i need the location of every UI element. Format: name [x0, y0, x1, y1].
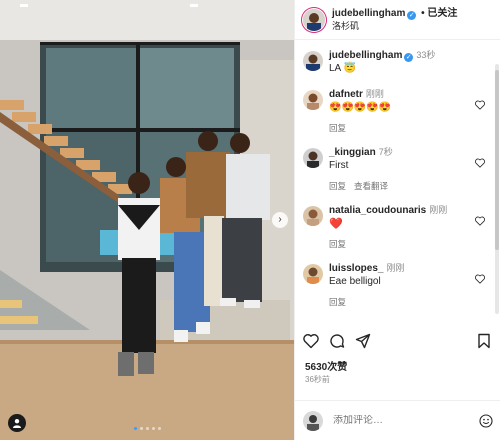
comment-text: First	[329, 160, 349, 171]
avatar[interactable]	[303, 90, 323, 110]
comment-text: ❤️	[329, 218, 343, 230]
list-item: luisslopes_ 刚刚 Eae belligol 回复	[303, 262, 491, 308]
comment-username[interactable]: _kinggian	[329, 147, 376, 158]
carousel-dot	[157, 427, 161, 430]
verified-badge-icon: ✓	[404, 53, 414, 62]
post-header: judebellingham ✓ • 已关注 洛杉矶	[295, 0, 500, 40]
list-item: natalia_coudounaris 刚刚 ❤️ 回复	[303, 204, 491, 250]
chevron-right-icon: ›	[278, 214, 282, 225]
comment-input[interactable]	[333, 415, 453, 426]
post-username[interactable]: judebellingham	[332, 8, 405, 19]
avatar[interactable]	[303, 51, 323, 71]
like-count[interactable]: 5630次赞	[305, 358, 347, 373]
verified-badge-icon: ✓	[407, 10, 417, 20]
post-details-panel: judebellingham ✓ • 已关注 洛杉矶 judebellingham…	[294, 0, 500, 440]
avatar[interactable]	[303, 206, 323, 226]
comment-text: 😍😍😍😍😍	[329, 102, 392, 113]
list-item: dafnetr 刚刚 😍😍😍😍😍 回复	[303, 88, 491, 134]
comment-username[interactable]: luisslopes_	[329, 263, 383, 274]
reply-button[interactable]: 回复	[329, 297, 346, 307]
comment-username[interactable]: natalia_coudounaris	[329, 205, 426, 216]
comment-time: 刚刚	[386, 263, 405, 273]
bookmark-icon[interactable]	[476, 333, 492, 349]
reply-button[interactable]: 回复	[329, 239, 346, 249]
caption-time: 33秒	[416, 50, 436, 60]
avatar[interactable]	[303, 148, 323, 168]
avatar[interactable]	[303, 8, 325, 31]
reply-button[interactable]: 回复	[329, 123, 346, 133]
caption: judebellingham ✓ 33秒 LA 😇	[303, 49, 491, 76]
carousel-dot	[133, 427, 137, 430]
comment-time: 刚刚	[429, 205, 448, 215]
post-photo	[0, 0, 294, 440]
post-media[interactable]: ›	[0, 0, 294, 440]
avatar[interactable]	[303, 264, 323, 284]
list-item: _kinggian 7秒 First 回复 查看翻译	[303, 146, 491, 192]
see-translation-button[interactable]: 查看翻译	[354, 181, 388, 191]
avatar	[303, 410, 323, 431]
share-icon[interactable]	[355, 333, 371, 349]
heart-icon[interactable]	[475, 216, 485, 226]
heart-icon[interactable]	[475, 158, 485, 168]
like-heart-icon[interactable]	[303, 333, 319, 349]
carousel-dot	[151, 427, 155, 430]
user-icon	[13, 419, 21, 428]
caption-username[interactable]: judebellingham	[329, 50, 402, 61]
tagged-users-button[interactable]	[8, 414, 26, 432]
carousel-dot	[139, 427, 143, 430]
post-timestamp: 36秒前	[305, 375, 330, 384]
comment-username[interactable]: dafnetr	[329, 89, 363, 100]
emoji-icon[interactable]	[479, 413, 493, 428]
comment-time: 7秒	[378, 147, 393, 157]
carousel-indicator	[0, 427, 294, 430]
reply-button[interactable]: 回复	[329, 181, 346, 191]
comment-text: Eae belligol	[329, 276, 381, 287]
carousel-next-button[interactable]: ›	[272, 212, 288, 228]
caption-text: LA 😇	[329, 63, 356, 74]
heart-icon[interactable]	[475, 100, 485, 110]
scrollbar-thumb[interactable]	[495, 70, 499, 250]
following-status[interactable]: • 已关注	[421, 8, 457, 19]
add-comment-bar	[295, 400, 500, 440]
carousel-dot	[145, 427, 149, 430]
comment-time: 刚刚	[365, 89, 384, 99]
post-location[interactable]: 洛杉矶	[332, 20, 457, 33]
comment-icon[interactable]	[329, 333, 345, 349]
heart-icon[interactable]	[475, 274, 485, 284]
action-bar	[303, 330, 492, 352]
comments-list[interactable]: judebellingham ✓ 33秒 LA 😇 dafnetr 刚刚 😍😍😍😍😍 …	[295, 41, 500, 323]
